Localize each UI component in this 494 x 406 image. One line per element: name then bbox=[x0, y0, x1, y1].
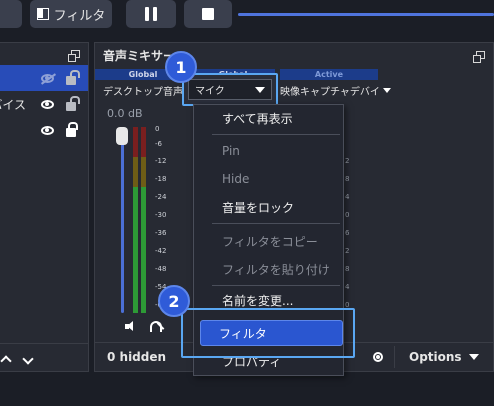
visibility-icon[interactable] bbox=[41, 125, 54, 135]
menu-item-rename[interactable]: 名前を変更... bbox=[222, 292, 293, 309]
menu-item-label: フィルタ bbox=[219, 326, 267, 341]
chevron-down-icon bbox=[382, 88, 391, 93]
top-toolbar: フィルタ bbox=[0, 0, 494, 34]
menu-item-hide[interactable]: Hide bbox=[222, 172, 249, 186]
level-meter-right bbox=[141, 127, 146, 313]
menu-item-filters[interactable]: フィルタ bbox=[200, 320, 343, 346]
unlock-icon[interactable] bbox=[66, 70, 80, 85]
divider bbox=[394, 346, 395, 368]
menu-item-copy-filters[interactable]: フィルタをコピー bbox=[222, 233, 318, 250]
channel-name-label: デスクトップ音声 bbox=[103, 87, 183, 98]
scale-tick: 6 bbox=[345, 229, 350, 237]
scale-tick: 0 bbox=[155, 125, 160, 133]
scale-tick: -24 bbox=[155, 193, 167, 201]
scale-tick: -6 bbox=[155, 140, 162, 148]
undock-icon[interactable] bbox=[68, 50, 80, 62]
scale-tick: -48 bbox=[155, 265, 167, 273]
hidden-count[interactable]: 0 hidden bbox=[107, 350, 166, 364]
scale-tick: 8 bbox=[345, 175, 350, 183]
menu-separator bbox=[212, 134, 340, 135]
scale-tick: -18 bbox=[155, 175, 167, 183]
step-badge-1: 1 bbox=[165, 51, 197, 83]
source-row[interactable]: バイス bbox=[0, 91, 88, 117]
step-badge-2: 2 bbox=[158, 285, 190, 317]
scale-tick: -12 bbox=[155, 157, 167, 165]
scale-tick: 4 bbox=[345, 283, 350, 291]
pause-button[interactable] bbox=[126, 0, 176, 28]
scale-tick: -30 bbox=[155, 211, 167, 219]
scale-tick: 2 bbox=[345, 157, 350, 165]
options-label: Options bbox=[409, 350, 462, 364]
stop-icon bbox=[202, 8, 214, 20]
filter-toolbar-button[interactable]: フィルタ bbox=[30, 0, 112, 28]
pause-icon bbox=[145, 7, 157, 21]
status-area bbox=[0, 376, 494, 406]
options-button[interactable]: Options bbox=[409, 350, 479, 364]
gear-icon[interactable] bbox=[373, 352, 383, 362]
speaker-icon[interactable] bbox=[125, 321, 137, 331]
level-meter-left bbox=[133, 127, 138, 313]
mic-channel-label: マイク bbox=[195, 86, 225, 97]
move-up-icon[interactable] bbox=[0, 353, 10, 363]
undock-icon[interactable] bbox=[473, 51, 485, 63]
scale-tick: 2 bbox=[345, 247, 350, 255]
lock-icon[interactable] bbox=[66, 122, 78, 137]
chevron-down-icon bbox=[255, 86, 265, 93]
sources-panel: バイス bbox=[0, 42, 89, 372]
panel-title: 音声ミキサー bbox=[103, 49, 176, 63]
toolbar-button[interactable] bbox=[0, 0, 22, 28]
stop-button[interactable] bbox=[184, 0, 232, 28]
channel-name-video-capture[interactable]: 映像キャプチャデバイ bbox=[280, 83, 391, 98]
volume-slider[interactable] bbox=[121, 133, 124, 313]
mic-channel-highlight: マイク bbox=[182, 73, 278, 106]
source-label: バイス bbox=[0, 97, 26, 112]
move-down-icon[interactable] bbox=[22, 353, 32, 363]
playback-progress-bar[interactable] bbox=[238, 13, 494, 16]
filter-icon bbox=[36, 8, 49, 20]
filter-button-label: フィルタ bbox=[53, 8, 106, 24]
volume-slider-handle[interactable] bbox=[116, 127, 128, 145]
visibility-icon[interactable] bbox=[41, 99, 54, 109]
scale-tick: 4 bbox=[345, 193, 350, 201]
app-window: フィルタ バイス bbox=[0, 0, 494, 406]
filter-item-highlight: フィルタ bbox=[181, 308, 355, 358]
menu-item-paste-filters[interactable]: フィルタを貼り付け bbox=[222, 261, 330, 278]
unlock-icon[interactable] bbox=[66, 96, 80, 111]
volume-db-readout: 0.0 dB bbox=[107, 107, 143, 120]
sources-footer bbox=[0, 343, 89, 371]
source-row[interactable] bbox=[0, 117, 88, 143]
scale-tick: 0 bbox=[345, 211, 350, 219]
sources-panel-header bbox=[0, 43, 88, 65]
scale-tick: -42 bbox=[155, 247, 167, 255]
visibility-off-icon[interactable] bbox=[41, 73, 54, 83]
menu-item-pin[interactable]: Pin bbox=[222, 144, 240, 158]
chevron-down-icon bbox=[468, 354, 479, 360]
menu-item-show-all[interactable]: すべて再表示 bbox=[222, 110, 293, 127]
mic-channel-dropdown[interactable]: マイク bbox=[188, 79, 272, 100]
scale-tick: -36 bbox=[155, 229, 167, 237]
scale-tick: 8 bbox=[345, 265, 350, 273]
menu-separator bbox=[212, 285, 340, 286]
channel-header: Active bbox=[280, 69, 378, 80]
channel-name-label: 映像キャプチャデバイ bbox=[280, 87, 380, 98]
channel-name-desktop-audio[interactable]: デスクトップ音声 bbox=[103, 83, 194, 98]
menu-item-lock-volume[interactable]: 音量をロック bbox=[222, 199, 294, 216]
menu-separator bbox=[212, 223, 340, 224]
source-row[interactable] bbox=[0, 65, 88, 91]
headphones-monitor-off-icon[interactable] bbox=[150, 321, 162, 332]
